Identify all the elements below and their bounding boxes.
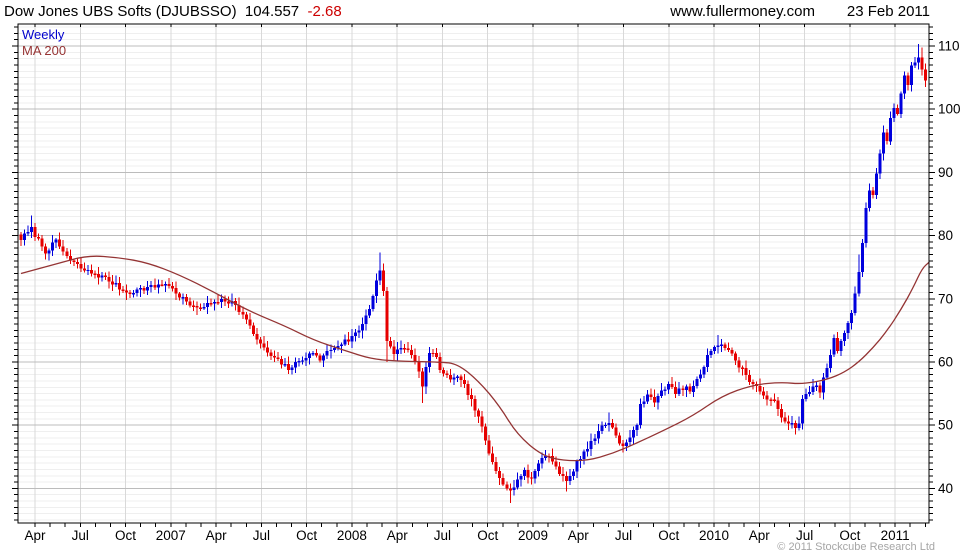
svg-text:80: 80 — [938, 228, 953, 243]
svg-text:Apr: Apr — [387, 528, 409, 543]
instrument-name: Dow Jones UBS Softs (DJUBSSO) — [4, 3, 237, 20]
svg-text:60: 60 — [938, 355, 953, 370]
svg-text:Apr: Apr — [24, 528, 46, 543]
copyright-notice: © 2011 Stockcube Research Ltd — [777, 541, 935, 553]
website-label: www.fullermoney.com — [670, 3, 815, 20]
svg-text:Jul: Jul — [615, 528, 632, 543]
last-price: 104.557 — [244, 3, 300, 20]
legend-ma200: MA 200 — [22, 43, 67, 58]
svg-text:2008: 2008 — [337, 528, 367, 543]
svg-text:Apr: Apr — [568, 528, 590, 543]
svg-text:Oct: Oct — [115, 528, 136, 543]
chart-title: Dow Jones UBS Softs (DJUBSSO) 104.557 -2… — [4, 3, 342, 20]
svg-text:100: 100 — [938, 102, 961, 117]
svg-text:50: 50 — [938, 418, 953, 433]
legend-timeframe: Weekly — [22, 27, 65, 42]
price-change: -2.68 — [307, 3, 342, 20]
svg-text:Oct: Oct — [477, 528, 498, 543]
svg-text:Jul: Jul — [72, 528, 89, 543]
svg-text:110: 110 — [938, 39, 960, 54]
svg-text:Apr: Apr — [206, 528, 228, 543]
date-label: 23 Feb 2011 — [846, 3, 930, 20]
chart-window: 40 50 60 70 80 90 100 110 Apr Jul Oct 2007 Apr Jul Oct… — [0, 0, 980, 560]
price-chart: 40 50 60 70 80 90 100 110 Apr Jul Oct 2007 Apr Jul Oct… — [12, 23, 961, 543]
svg-text:Apr: Apr — [749, 528, 771, 543]
svg-text:90: 90 — [938, 165, 953, 180]
svg-text:2007: 2007 — [156, 528, 186, 543]
svg-text:Oct: Oct — [296, 528, 317, 543]
svg-text:2009: 2009 — [518, 528, 548, 543]
svg-text:Jul: Jul — [434, 528, 451, 543]
svg-text:40: 40 — [938, 481, 953, 496]
svg-text:2010: 2010 — [699, 528, 729, 543]
svg-text:Jul: Jul — [253, 528, 270, 543]
svg-text:70: 70 — [938, 291, 953, 306]
svg-text:Oct: Oct — [658, 528, 679, 543]
